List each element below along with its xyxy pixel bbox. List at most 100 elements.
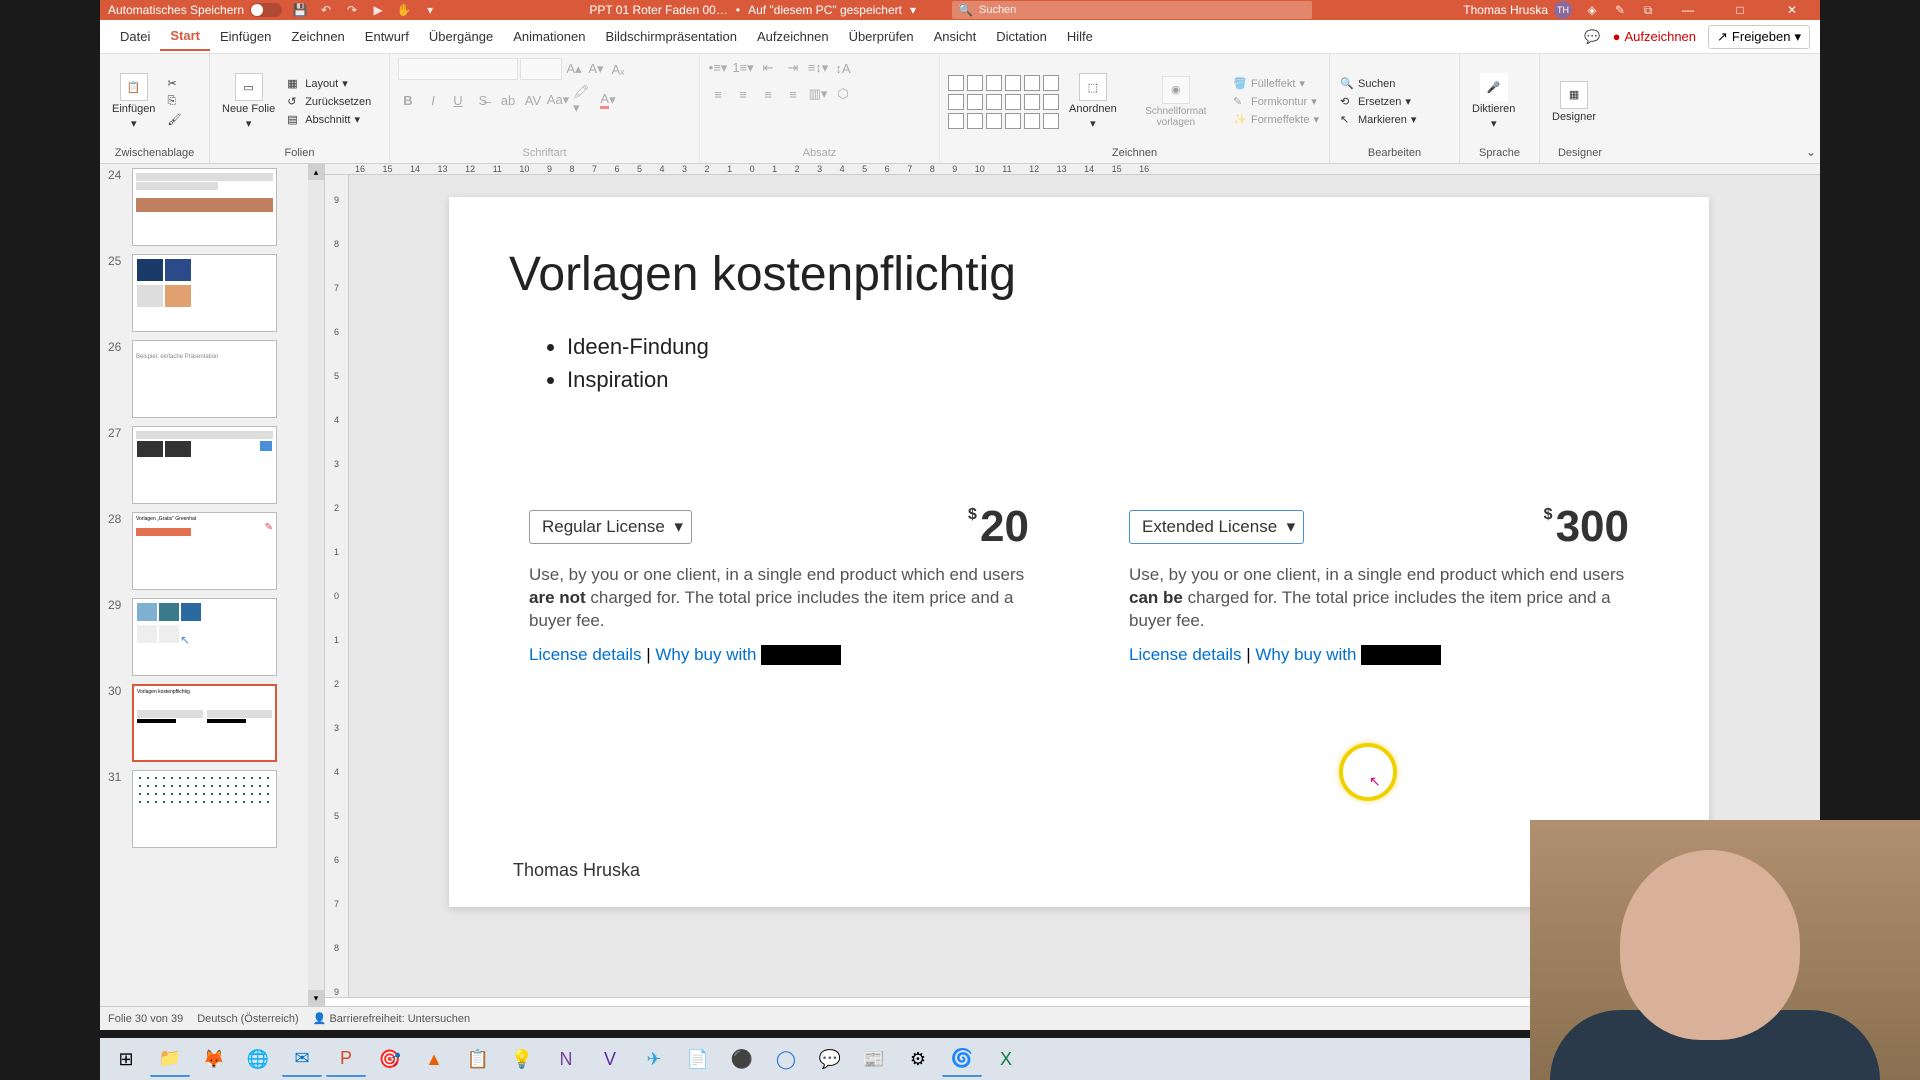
diamond-icon[interactable]: ◈: [1584, 2, 1600, 18]
align-left-button[interactable]: ≡: [708, 84, 728, 104]
document-title[interactable]: PPT 01 Roter Faden 00… • Auf "diesem PC"…: [589, 3, 916, 17]
license-select-extended[interactable]: Extended License: [1129, 510, 1304, 544]
strikethrough-button[interactable]: S̶: [473, 90, 493, 110]
search-box[interactable]: 🔍: [952, 1, 1312, 19]
shape-textbox-icon[interactable]: [1043, 75, 1059, 91]
tab-zeichnen[interactable]: Zeichnen: [281, 23, 354, 50]
user-account[interactable]: Thomas Hruska TH: [1463, 1, 1572, 19]
touch-mode-icon[interactable]: ✋: [396, 2, 412, 18]
close-button[interactable]: ✕: [1772, 0, 1812, 20]
powerpoint-icon[interactable]: P: [326, 1041, 366, 1077]
shape-hex-icon[interactable]: [1024, 94, 1040, 110]
why-buy-link[interactable]: Why buy with: [655, 645, 756, 664]
shape-roundrect-icon[interactable]: [1005, 75, 1021, 91]
text-direction-button[interactable]: ↕A: [833, 58, 853, 78]
dictate-button[interactable]: 🎤 Diktieren▾: [1468, 69, 1519, 134]
shape-triangle-icon[interactable]: [948, 94, 964, 110]
replace-button[interactable]: ⟲Ersetzen▾: [1338, 94, 1418, 110]
shape-brace-icon[interactable]: [948, 113, 964, 129]
outlook-icon[interactable]: ✉: [282, 1041, 322, 1077]
shape-arrowright-icon[interactable]: [986, 94, 1002, 110]
thumb-scrollbar[interactable]: ▴ ▾: [308, 164, 324, 1006]
shape-effects-button[interactable]: ✨Formeffekte▾: [1231, 112, 1321, 128]
scroll-up-icon[interactable]: ▴: [308, 164, 324, 180]
format-painter-button[interactable]: 🖌: [165, 112, 183, 128]
app-icon-3[interactable]: ◯: [766, 1041, 806, 1077]
horizontal-ruler[interactable]: 1615141312111098765432101234567891011121…: [325, 164, 1820, 175]
app-icon-2[interactable]: 💡: [502, 1041, 542, 1077]
search-input[interactable]: [979, 4, 1306, 16]
comments-icon[interactable]: 💬: [1584, 29, 1600, 45]
underline-button[interactable]: U: [448, 90, 468, 110]
qat-dropdown-icon[interactable]: ▾: [422, 2, 438, 18]
italic-button[interactable]: I: [423, 90, 443, 110]
char-spacing-button[interactable]: AV: [523, 90, 543, 110]
decrease-indent-button[interactable]: ⇤: [758, 58, 778, 78]
tab-entwurf[interactable]: Entwurf: [355, 23, 419, 50]
tab-einfuegen[interactable]: Einfügen: [210, 23, 281, 50]
slide-thumb-24[interactable]: 24: [108, 168, 316, 246]
slide-thumbnail-panel[interactable]: 24 25 26 Beispiel: einfache Präsentation…: [100, 164, 325, 1006]
shapes-gallery[interactable]: [948, 75, 1059, 129]
smartart-button[interactable]: ⬡: [833, 84, 853, 104]
license-details-link[interactable]: License details: [529, 645, 641, 664]
tab-uebergaenge[interactable]: Übergänge: [419, 23, 503, 50]
font-size-input[interactable]: [520, 58, 562, 80]
slide-counter[interactable]: Folie 30 von 39: [108, 1013, 183, 1025]
tab-start[interactable]: Start: [160, 22, 210, 51]
scroll-down-icon[interactable]: ▾: [308, 990, 324, 1006]
shape-fill-button[interactable]: 🪣Fülleffekt▾: [1231, 76, 1321, 92]
vlc-icon[interactable]: ▲: [414, 1041, 454, 1077]
slide-thumb-29[interactable]: 29 ↖: [108, 598, 316, 676]
layout-button[interactable]: ▦Layout▾: [285, 76, 373, 92]
shape-oval-icon[interactable]: [1024, 75, 1040, 91]
change-case-button[interactable]: Aa▾: [548, 90, 568, 110]
app-icon[interactable]: 📋: [458, 1041, 498, 1077]
discord-icon[interactable]: 💬: [810, 1041, 850, 1077]
tab-ueberpruefen[interactable]: Überprüfen: [839, 23, 924, 50]
shape-scribble-icon[interactable]: [1043, 113, 1059, 129]
license-select-regular[interactable]: Regular License: [529, 510, 692, 544]
language-indicator[interactable]: Deutsch (Österreich): [197, 1013, 298, 1025]
align-justify-button[interactable]: ≡: [783, 84, 803, 104]
bold-button[interactable]: B: [398, 90, 418, 110]
start-button[interactable]: ⊞: [106, 1041, 146, 1077]
shape-callout-icon[interactable]: [967, 113, 983, 129]
align-center-button[interactable]: ≡: [733, 84, 753, 104]
slide-title[interactable]: Vorlagen kostenpflichtig: [509, 247, 1649, 302]
cut-button[interactable]: ✂: [165, 76, 183, 92]
reset-button[interactable]: ↺Zurücksetzen: [285, 94, 373, 110]
vertical-ruler[interactable]: 9876543210123456789: [325, 175, 349, 997]
tab-dictation[interactable]: Dictation: [986, 23, 1057, 50]
line-spacing-button[interactable]: ≡↕▾: [808, 58, 828, 78]
redo-icon[interactable]: ↷: [344, 2, 360, 18]
window-icon[interactable]: ⧉: [1640, 2, 1656, 18]
slide-content[interactable]: Vorlagen kostenpflichtig Ideen-Findung I…: [449, 197, 1709, 907]
slideshow-icon[interactable]: ▶: [370, 2, 386, 18]
slide-thumb-30[interactable]: 30 Vorlagen kostenpflichtig: [108, 684, 316, 762]
shape-rect-icon[interactable]: [986, 75, 1002, 91]
tab-datei[interactable]: Datei: [110, 23, 160, 50]
slide-thumb-27[interactable]: 27: [108, 426, 316, 504]
slide-thumb-26[interactable]: 26 Beispiel: einfache Präsentation: [108, 340, 316, 418]
app-icon-4[interactable]: 📰: [854, 1041, 894, 1077]
slide-thumb-28[interactable]: 28 Vorlagen „Gratis" Greenhat✎: [108, 512, 316, 590]
license-details-link[interactable]: License details: [1129, 645, 1241, 664]
increase-font-icon[interactable]: A▴: [564, 59, 584, 79]
slide-thumb-25[interactable]: 25: [108, 254, 316, 332]
arrange-button[interactable]: ⬚ Anordnen▾: [1065, 69, 1121, 134]
designer-button[interactable]: ▦ Designer: [1548, 77, 1600, 127]
font-name-input[interactable]: [398, 58, 518, 80]
undo-icon[interactable]: ↶: [318, 2, 334, 18]
paste-button[interactable]: 📋 Einfügen ▾: [108, 69, 159, 134]
maximize-button[interactable]: □: [1720, 0, 1760, 20]
telegram-icon[interactable]: ✈: [634, 1041, 674, 1077]
tab-hilfe[interactable]: Hilfe: [1057, 23, 1103, 50]
tab-bildschirm[interactable]: Bildschirmpräsentation: [595, 23, 747, 50]
pdf-icon[interactable]: 📄: [678, 1041, 718, 1077]
obs-icon[interactable]: ⚫: [722, 1041, 762, 1077]
chrome-icon[interactable]: 🌐: [238, 1041, 278, 1077]
shape-star-icon[interactable]: [1005, 94, 1021, 110]
pencil-icon[interactable]: ✎: [1612, 2, 1628, 18]
find-button[interactable]: 🔍Suchen: [1338, 76, 1418, 92]
